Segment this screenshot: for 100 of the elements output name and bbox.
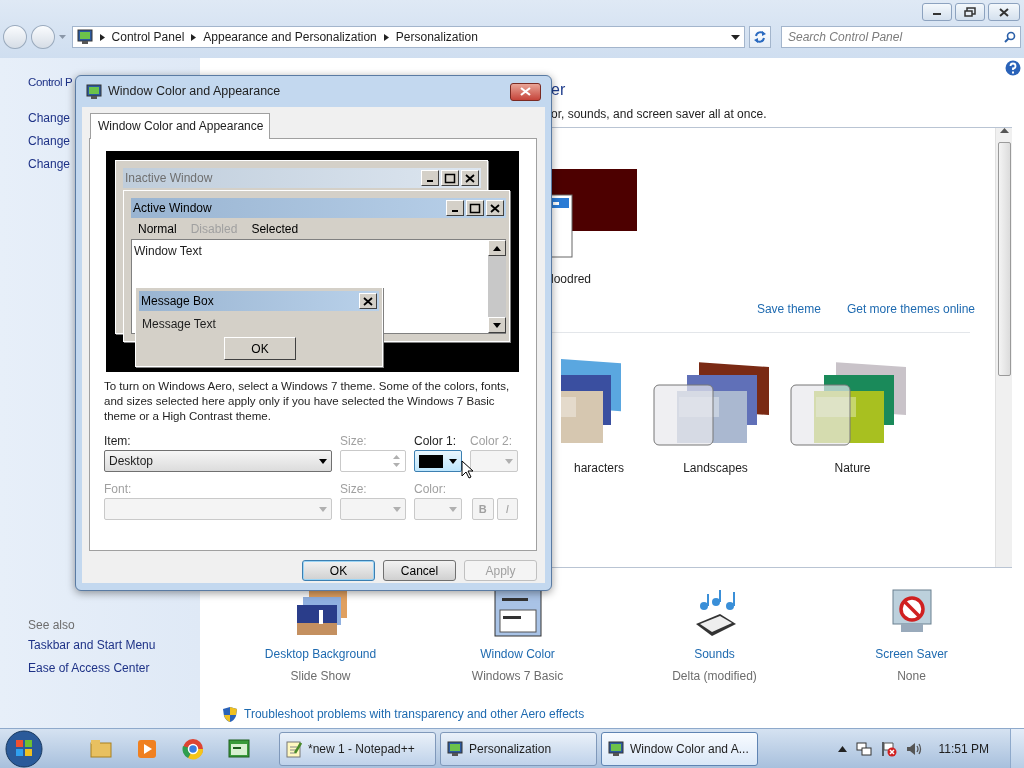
- ok-button[interactable]: OK: [224, 337, 296, 360]
- color-picker[interactable]: [414, 450, 462, 472]
- close-icon: [362, 295, 374, 307]
- triangle-icon: [98, 32, 106, 42]
- close-button[interactable]: [988, 3, 1020, 21]
- dropdown-icon[interactable]: [731, 34, 741, 40]
- theme-link[interactable]: Save theme: [756, 300, 821, 318]
- field-label: Color 1:: [414, 434, 457, 448]
- monitor-icon: [86, 83, 102, 100]
- page-heading: er: [551, 80, 567, 100]
- caret-icon: [449, 506, 457, 512]
- close-icon: [489, 202, 501, 214]
- theme-preview-drawing[interactable]: [551, 169, 637, 259]
- caret-icon: [319, 458, 327, 464]
- window-title: Window Color and Appearance: [108, 83, 281, 101]
- sidebar-link[interactable]: Ease of Access Center: [28, 657, 150, 680]
- note-text: To turn on Windows Aero, select a Windows 7 theme. Some of the colors, fonts, and sizes selected here apply only if you have selected the Windows 7 Basic theme or a High Contrast theme.: [104, 379, 511, 424]
- sidebar-link[interactable]: Change: [28, 153, 71, 176]
- cancel-button[interactable]: Cancel: [383, 560, 456, 581]
- up-arrow-icon[interactable]: [837, 745, 847, 752]
- spin-arrows-icon: [392, 453, 401, 469]
- menu-item[interactable]: Normal: [138, 219, 177, 238]
- maximize-button[interactable]: [441, 170, 459, 186]
- refresh-button[interactable]: [749, 26, 771, 48]
- field-label: Item:: [104, 434, 131, 448]
- taskbar-button[interactable]: Window Color and A...: [601, 731, 758, 766]
- troubleshoot-link[interactable]: Troubleshoot problems with transparency and other Aero effects: [244, 705, 585, 723]
- field-label: Color 2:: [470, 434, 513, 448]
- theme-name[interactable]: haracters: [574, 459, 624, 477]
- window-icon[interactable]: [492, 588, 543, 638]
- breadcrumb-item[interactable]: Appearance and Personalization: [203, 28, 377, 46]
- field-label: Font:: [104, 482, 132, 496]
- code-window-icon: [227, 736, 251, 761]
- scrollbar[interactable]: [995, 128, 1012, 567]
- close-icon: [999, 7, 1009, 17]
- sidebar-link[interactable]: Control P: [28, 71, 73, 94]
- triangle-icon: [382, 32, 390, 42]
- setting-link[interactable]: Screen Saver: [875, 645, 948, 663]
- help-icon[interactable]: [1005, 60, 1021, 76]
- close-icon: [464, 172, 476, 184]
- window-text: Window Text: [133, 243, 203, 260]
- setting-value: Slide Show: [290, 668, 351, 685]
- clock[interactable]: 11:51 PM: [938, 739, 989, 758]
- address-bar[interactable]: Control Panel Appearance and Personalization Personalization: [71, 26, 746, 48]
- scroll-up-button[interactable]: [488, 240, 506, 256]
- maximize-button[interactable]: [466, 200, 484, 216]
- refresh-icon: [753, 30, 768, 44]
- search-field[interactable]: Search Control Panel: [781, 26, 1021, 48]
- minimize-icon: [452, 210, 458, 212]
- maximize-icon: [469, 202, 481, 214]
- monitor-icon: [608, 740, 624, 757]
- scrollbar[interactable]: [488, 240, 506, 333]
- speaker-icon[interactable]: [905, 740, 922, 757]
- taskbar-button[interactable]: Personalization: [440, 731, 597, 766]
- network-icon[interactable]: [855, 740, 872, 757]
- tab[interactable]: Window Color and Appearance: [90, 113, 271, 139]
- field-label: Color:: [414, 482, 446, 496]
- minimize-button[interactable]: [922, 3, 952, 21]
- search-icon: [1004, 31, 1016, 43]
- up-arrow-icon[interactable]: [999, 128, 1009, 134]
- maximize-icon: [444, 172, 456, 184]
- setting-link[interactable]: Desktop Background: [264, 645, 377, 663]
- close-button[interactable]: [510, 82, 541, 101]
- menu-item[interactable]: Selected: [251, 219, 299, 238]
- theme-name[interactable]: Nature: [834, 459, 871, 477]
- sidebar-link[interactable]: Change: [28, 130, 71, 153]
- monitor-icon: [76, 29, 93, 45]
- caret-icon: [449, 458, 457, 464]
- theme-name[interactable]: Landscapes: [683, 459, 748, 477]
- setting-link[interactable]: Window Color: [480, 645, 555, 663]
- breadcrumb-item[interactable]: Personalization: [395, 28, 478, 46]
- section-heading: See also: [28, 617, 75, 634]
- minimize-icon: [427, 180, 433, 182]
- description: or, sounds, and screen saver all at once.: [551, 106, 768, 122]
- setting-link[interactable]: Sounds: [694, 645, 735, 663]
- flag-icon[interactable]: [880, 740, 897, 757]
- up-arrow-icon: [493, 245, 501, 251]
- field-label: Size:: [340, 434, 367, 448]
- setting-value: Windows 7 Basic: [471, 668, 564, 685]
- scroll-down-button[interactable]: [488, 317, 506, 333]
- setting-value: Delta (modified): [672, 668, 757, 685]
- setting-value: None: [897, 668, 926, 685]
- color-swatch: [419, 454, 443, 468]
- field-label: Size:: [340, 482, 367, 496]
- breadcrumb-item[interactable]: Control Panel: [111, 28, 185, 46]
- dropdown[interactable]: Desktop: [104, 450, 332, 472]
- taskbar-button[interactable]: *new 1 - Notepad++: [279, 731, 436, 766]
- globe-icon: [181, 736, 205, 761]
- window-title: Active Window: [133, 200, 212, 217]
- sidebar-link[interactable]: Taskbar and Start Menu: [28, 634, 156, 657]
- ok-button[interactable]: OK: [302, 560, 375, 581]
- close-icon: [520, 87, 531, 96]
- monitor-icon: [447, 740, 463, 757]
- restore-button[interactable]: [955, 3, 985, 21]
- start-icon[interactable]: [4, 729, 44, 768]
- caret-icon: [319, 506, 327, 512]
- scroll-thumb[interactable]: [997, 142, 1011, 376]
- sidebar-link[interactable]: Change: [28, 107, 71, 130]
- message-text: Message Text: [141, 316, 217, 333]
- theme-link[interactable]: Get more themes online: [846, 300, 975, 318]
